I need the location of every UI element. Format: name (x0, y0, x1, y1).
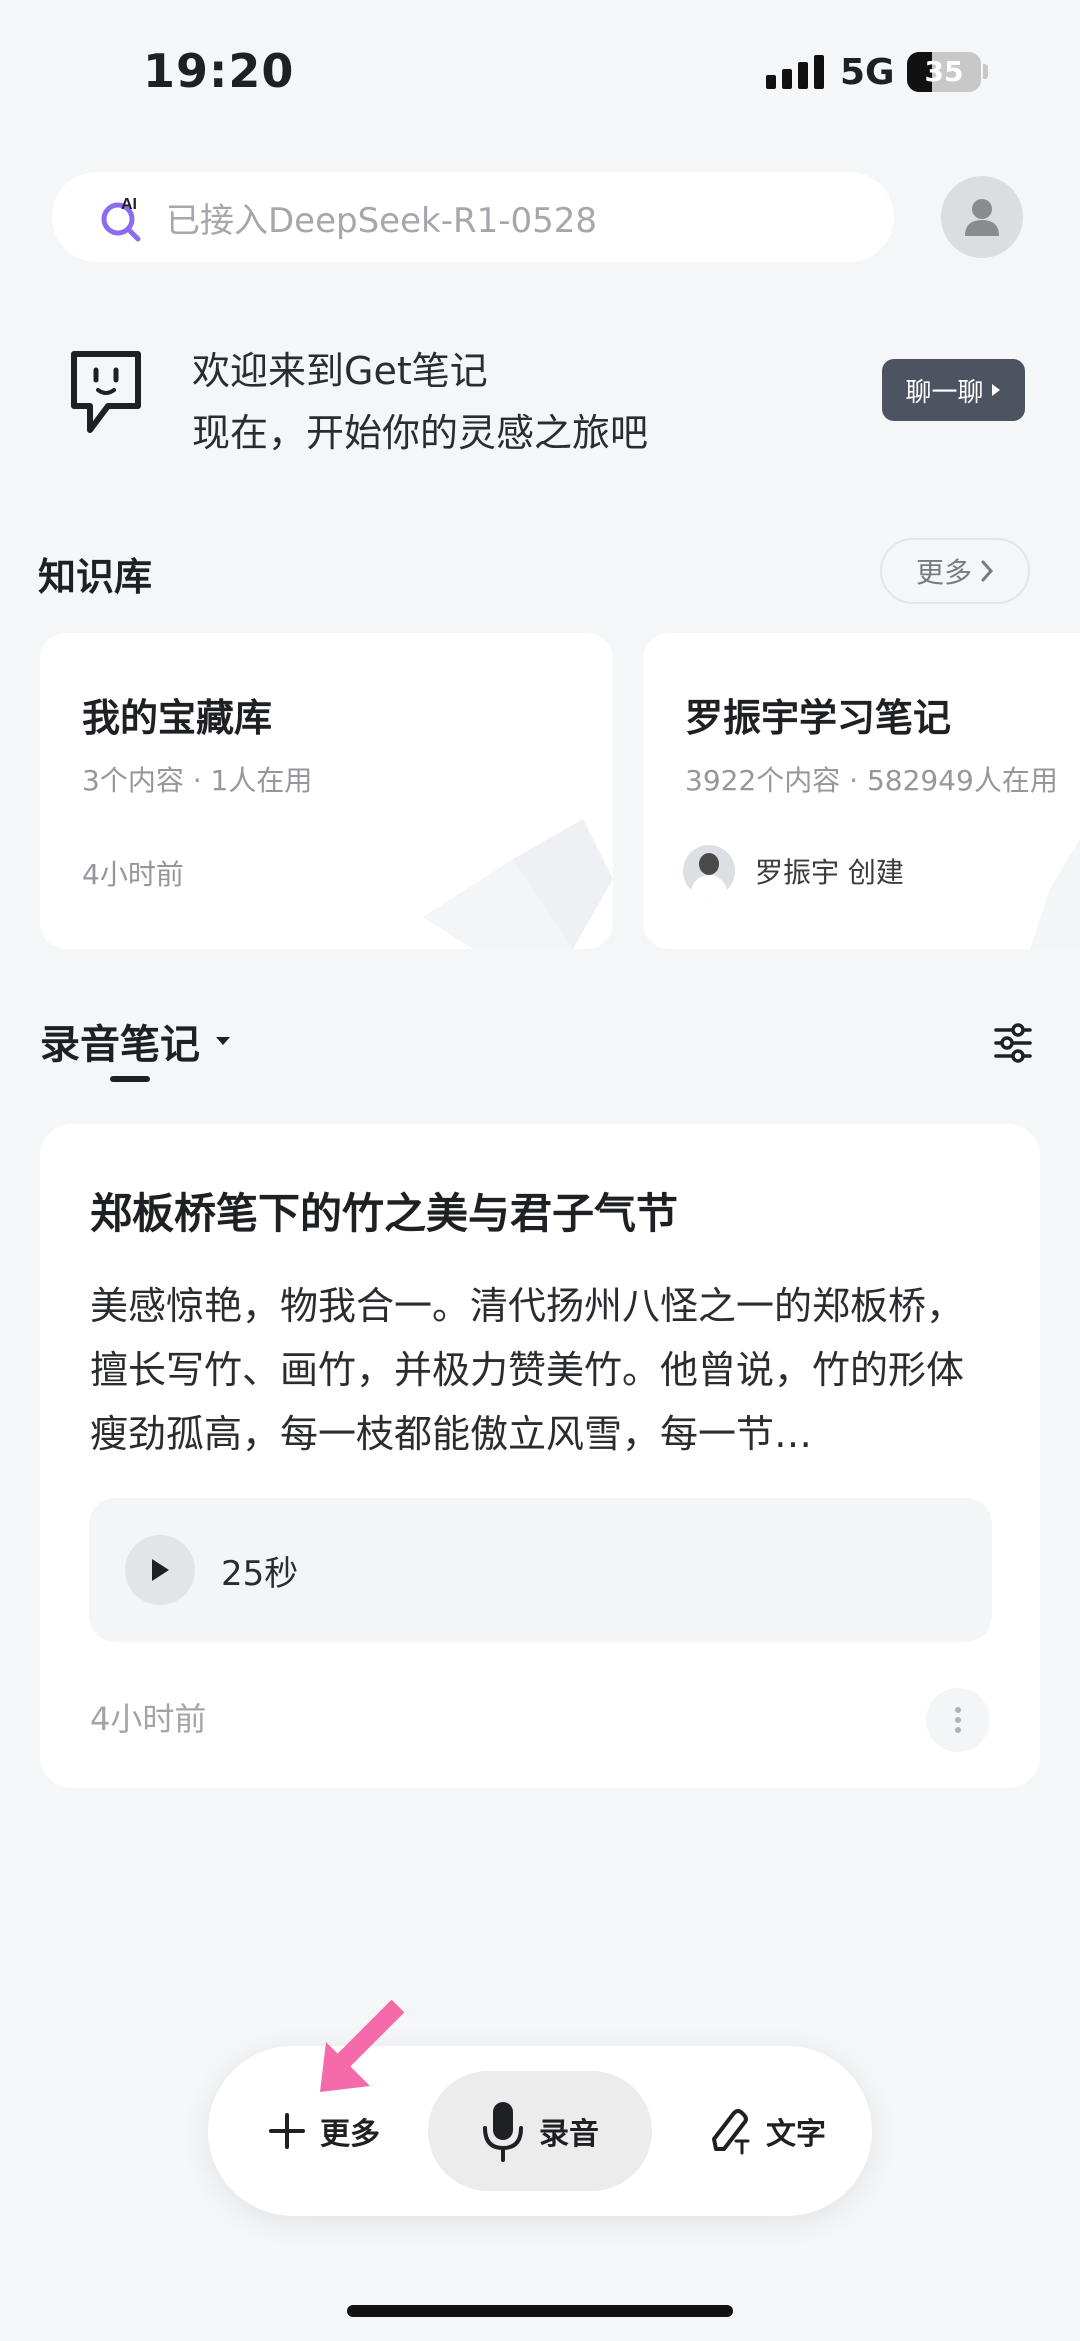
knowledge-card-author: 罗振宇 创建 (683, 845, 904, 897)
record-label: 录音 (539, 2117, 599, 2152)
chat-button[interactable]: 聊一聊 (882, 359, 1025, 421)
plus-icon (269, 2113, 305, 2149)
home-indicator[interactable] (347, 2305, 733, 2317)
chat-bubble-icon (71, 351, 141, 433)
knowledge-card[interactable]: 我的宝藏库 3个内容 · 1人在用 4小时前 (40, 633, 613, 949)
pink-arrow-annotation (320, 1999, 405, 2092)
knowledge-card-meta: 3个内容 · 1人在用 (82, 764, 313, 797)
audio-duration: 25秒 (221, 1553, 299, 1594)
knowledge-card-meta: 3922个内容 · 582949人在用 (685, 764, 1058, 797)
record-button[interactable]: 录音 (428, 2071, 652, 2191)
battery-cap (983, 64, 988, 79)
author-avatar (683, 845, 735, 897)
caret-right-icon (991, 384, 1000, 396)
chevron-right-icon (981, 560, 994, 582)
ai-search-icon: AI (101, 196, 141, 242)
text-note-label: 文字 (766, 2117, 826, 2152)
card-decoration (423, 819, 613, 949)
knowledge-card-title: 罗振宇学习笔记 (685, 696, 952, 740)
ai-badge: AI (121, 196, 137, 213)
filter-settings-icon[interactable] (993, 1022, 1033, 1064)
search-input[interactable]: AI 已接入DeepSeek-R1-0528 (52, 172, 894, 262)
card-decoration (1030, 839, 1080, 949)
note-excerpt: 美感惊艳，物我合一。清代扬州八怪之一的郑板桥，擅长写竹、画竹，并极力赞美竹。他曾… (90, 1284, 965, 1456)
status-time: 19:20 (143, 44, 295, 98)
knowledge-card[interactable]: 罗振宇学习笔记 3922个内容 · 582949人在用 罗振宇 创建 (643, 633, 1080, 949)
profile-avatar-button[interactable] (941, 176, 1023, 258)
recordings-tab[interactable]: 录音笔记 (40, 1012, 232, 1070)
note-title: 郑板桥笔下的竹之美与君子气节 (90, 1189, 679, 1238)
recordings-title: 录音笔记 (40, 1022, 200, 1068)
dropdown-caret-icon (216, 1037, 230, 1045)
tab-indicator (110, 1076, 150, 1082)
play-icon (152, 1559, 169, 1581)
note-card[interactable]: 郑板桥笔下的竹之美与君子气节 美感惊艳，物我合一。清代扬州八怪之一的郑板桥，擅长… (40, 1124, 1040, 1788)
microphone-icon (483, 2102, 523, 2162)
pen-icon (712, 2109, 750, 2155)
search-placeholder: 已接入DeepSeek-R1-0528 (166, 200, 598, 241)
user-icon (965, 199, 999, 236)
welcome-title: 欢迎来到Get笔记 (192, 349, 488, 393)
knowledge-card-title: 我的宝藏库 (82, 696, 273, 740)
more-vertical-icon (955, 1707, 961, 1733)
note-more-button[interactable] (926, 1688, 990, 1752)
knowledge-more-button[interactable]: 更多 (880, 538, 1030, 604)
network-type: 5G (840, 52, 895, 93)
battery-level: 35 (924, 55, 964, 88)
author-label: 罗振宇 创建 (755, 856, 904, 889)
note-time: 4小时前 (90, 1700, 207, 1738)
bottom-action-bar: 更多 录音 文字 (208, 2046, 872, 2216)
play-button[interactable] (125, 1535, 195, 1605)
more-label: 更多 (915, 556, 972, 589)
audio-player[interactable]: 25秒 (89, 1498, 992, 1642)
chat-button-label: 聊一聊 (905, 377, 984, 408)
knowledge-card-time: 4小时前 (82, 858, 184, 891)
battery-icon: 35 (907, 52, 981, 92)
welcome-subtitle: 现在，开始你的灵感之旅吧 (192, 411, 649, 455)
cellular-signal-icon (766, 55, 824, 89)
knowledge-section-title: 知识库 (38, 555, 153, 599)
more-action-label: 更多 (320, 2117, 380, 2152)
text-note-button[interactable]: 文字 (708, 2046, 826, 2216)
